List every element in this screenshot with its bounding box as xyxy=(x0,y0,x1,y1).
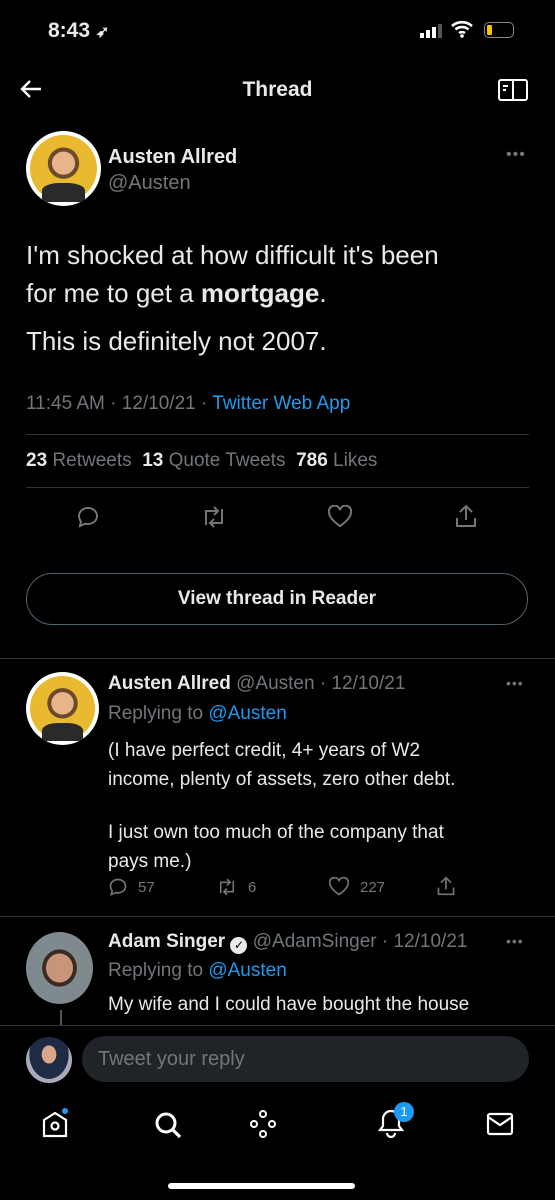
author-name[interactable]: Austen Allred xyxy=(108,146,237,169)
notification-badge: 1 xyxy=(394,1102,414,1122)
location-arrow-icon: ➶ xyxy=(95,24,110,41)
likes-stat[interactable]: 786 Likes xyxy=(296,450,377,471)
share-button[interactable] xyxy=(436,875,456,897)
verified-icon: ✓ xyxy=(230,937,248,954)
reply-button[interactable]: 57 xyxy=(108,877,155,897)
count: 786 xyxy=(296,450,328,471)
tweet-meta: 11:45 AM · 12/10/21 · Twitter Web App xyxy=(26,393,350,415)
status-time: 8:43 ➶ xyxy=(48,19,109,43)
tweet-text: I'm shocked at how difficult it's been f… xyxy=(26,236,439,360)
thread-line xyxy=(60,1010,62,1026)
count: 57 xyxy=(138,878,155,896)
reply-input[interactable]: Tweet your reply xyxy=(82,1036,529,1082)
tab-notifications[interactable]: 1 xyxy=(374,1102,414,1138)
search-icon xyxy=(155,1112,182,1139)
replying-to: Replying to @Austen xyxy=(108,960,287,982)
heart-icon xyxy=(327,505,353,528)
like-button[interactable] xyxy=(327,505,353,529)
divider xyxy=(0,658,555,659)
text-line: I just own too much of the company that xyxy=(108,822,444,843)
handle-date: @AdamSinger · 12/10/21 xyxy=(252,931,468,952)
label: Replying to xyxy=(108,703,209,724)
like-button[interactable]: 227 xyxy=(328,877,385,897)
text-line: (I have perfect credit, 4+ years of W2 xyxy=(108,740,421,761)
retweet-button[interactable]: 6 xyxy=(216,877,256,897)
label: Quote Tweets xyxy=(168,450,286,471)
heart-icon xyxy=(328,877,350,896)
my-avatar[interactable] xyxy=(26,1037,72,1083)
divider xyxy=(26,487,529,488)
retweet-icon xyxy=(205,506,223,528)
mention-link[interactable]: @Austen xyxy=(208,703,286,724)
count: 6 xyxy=(248,878,257,896)
label: Likes xyxy=(333,450,378,471)
tab-home[interactable] xyxy=(40,1108,70,1140)
retweet-icon xyxy=(219,878,235,896)
avatar[interactable] xyxy=(26,932,93,1004)
retweets-stat[interactable]: 23 Retweets xyxy=(26,450,132,471)
count: 23 xyxy=(26,450,48,471)
reader-icon[interactable] xyxy=(498,78,528,102)
clock: 8:43 xyxy=(48,19,91,42)
source-link[interactable]: Twitter Web App xyxy=(212,393,350,414)
wifi-icon xyxy=(451,20,473,38)
tweet-line: This is definitely not 2007. xyxy=(26,326,327,356)
bold-text: mortgage xyxy=(200,278,320,308)
timestamp: 11:45 AM · 12/10/21 · xyxy=(26,393,213,414)
more-icon[interactable]: ••• xyxy=(506,146,526,164)
mention-link[interactable]: @Austen xyxy=(208,960,286,981)
more-icon[interactable]: ••• xyxy=(506,675,524,691)
mail-icon xyxy=(486,1112,514,1136)
text-line: income, plenty of assets, zero other deb… xyxy=(108,769,456,790)
more-icon[interactable]: ••• xyxy=(506,933,524,949)
spaces-icon xyxy=(250,1110,276,1138)
reply-icon xyxy=(77,506,99,528)
home-icon xyxy=(42,1108,68,1138)
divider xyxy=(0,916,555,917)
reply-text: My wife and I could have bought the hous… xyxy=(108,994,470,1015)
count: 227 xyxy=(360,878,386,896)
handle-date: @Austen · 12/10/21 xyxy=(236,673,406,694)
avatar[interactable] xyxy=(26,131,101,206)
replying-to: Replying to @Austen xyxy=(108,703,287,725)
reply-header: Austen Allred @Austen · 12/10/21 xyxy=(108,673,405,695)
tweet-line: for me to get a mortgage. xyxy=(26,274,439,312)
reply-text: (I have perfect credit, 4+ years of W2 i… xyxy=(108,736,455,876)
text-line: pays me.) xyxy=(108,851,192,872)
author-name[interactable]: Austen Allred xyxy=(108,673,231,694)
page-title: Thread xyxy=(242,78,313,101)
tweet-line: I'm shocked at how difficult it's been xyxy=(26,240,439,270)
reply-button[interactable] xyxy=(76,505,100,529)
avatar[interactable] xyxy=(26,672,99,745)
share-icon xyxy=(456,504,476,527)
share-icon xyxy=(437,876,455,896)
text: . xyxy=(319,278,327,308)
retweet-button[interactable] xyxy=(200,505,228,529)
tab-search[interactable] xyxy=(153,1110,183,1140)
reply-header: Adam Singer ✓ @AdamSinger · 12/10/21 xyxy=(108,931,467,954)
tweet-stats: 23 Retweets 13 Quote Tweets 786 Likes xyxy=(26,450,377,472)
quotes-stat[interactable]: 13 Quote Tweets xyxy=(142,450,285,471)
label: Replying to xyxy=(108,960,209,981)
home-indicator xyxy=(168,1183,355,1189)
author-name[interactable]: Adam Singer xyxy=(108,931,225,952)
text: for me to get a xyxy=(26,278,201,308)
share-button[interactable] xyxy=(454,503,478,529)
view-reader-button[interactable]: View thread in Reader xyxy=(26,573,528,625)
battery-icon xyxy=(484,22,514,38)
tab-spaces[interactable] xyxy=(248,1108,278,1140)
reply-icon xyxy=(109,878,127,896)
count: 13 xyxy=(142,450,164,471)
tab-messages[interactable] xyxy=(486,1112,514,1136)
label: Retweets xyxy=(52,450,132,471)
author-handle[interactable]: @Austen xyxy=(108,172,191,195)
signal-icon xyxy=(420,24,442,38)
divider xyxy=(26,434,529,435)
